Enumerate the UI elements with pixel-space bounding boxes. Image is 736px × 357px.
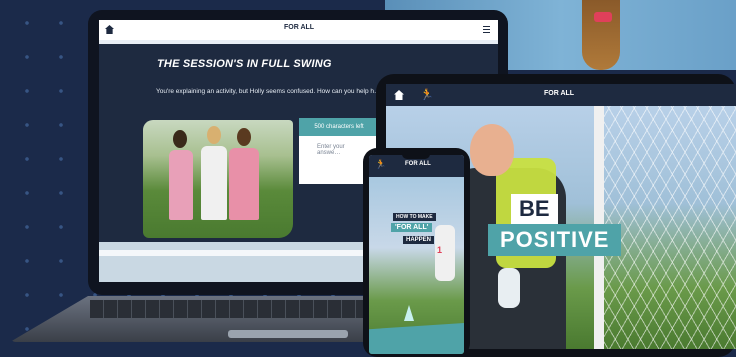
background-hair-tie — [594, 12, 612, 22]
phone-screen: 1 HOW TO MAKE 'FOR ALL' HAPPEN 🏃 FOR ALL — [369, 155, 464, 354]
shirt-number: 1 — [437, 245, 443, 255]
for-all-logo: FOR ALL — [284, 24, 315, 31]
headline-be: BE — [511, 194, 558, 224]
laptop-header: FOR ALL — [99, 20, 498, 40]
headline-for-all: 'FOR ALL' — [391, 223, 433, 232]
kid-figure — [169, 150, 193, 220]
phone-notch — [402, 152, 430, 159]
headline-happen: HAPPEN — [403, 236, 435, 244]
headline-how-to-make: HOW TO MAKE — [393, 213, 436, 221]
header-divider — [99, 40, 498, 44]
kid-figure — [229, 148, 259, 220]
for-all-logo: FOR ALL — [544, 90, 575, 97]
kid-head — [237, 128, 251, 146]
kid-head — [173, 130, 187, 148]
for-all-logo: FOR ALL — [405, 161, 431, 167]
kids-photo — [143, 120, 293, 238]
page-title: THE SESSION'S IN FULL SWING — [157, 58, 332, 70]
kid-head — [207, 126, 221, 144]
kid-figure — [201, 146, 227, 220]
laptop-trackpad — [228, 330, 348, 338]
background-ponytail — [582, 0, 620, 70]
tablet-header: 🏃 FOR ALL — [386, 84, 736, 106]
runner-icon[interactable]: 🏃 — [375, 159, 386, 170]
headline-positive: POSITIVE — [488, 224, 622, 256]
home-icon[interactable] — [105, 25, 114, 34]
menu-icon[interactable] — [483, 26, 490, 33]
home-icon[interactable] — [394, 90, 404, 100]
coach-head — [470, 124, 514, 176]
goalkeeper-glove — [498, 268, 520, 308]
runner-icon[interactable]: 🏃 — [420, 88, 434, 101]
character-counter: 500 characters left — [299, 118, 379, 136]
